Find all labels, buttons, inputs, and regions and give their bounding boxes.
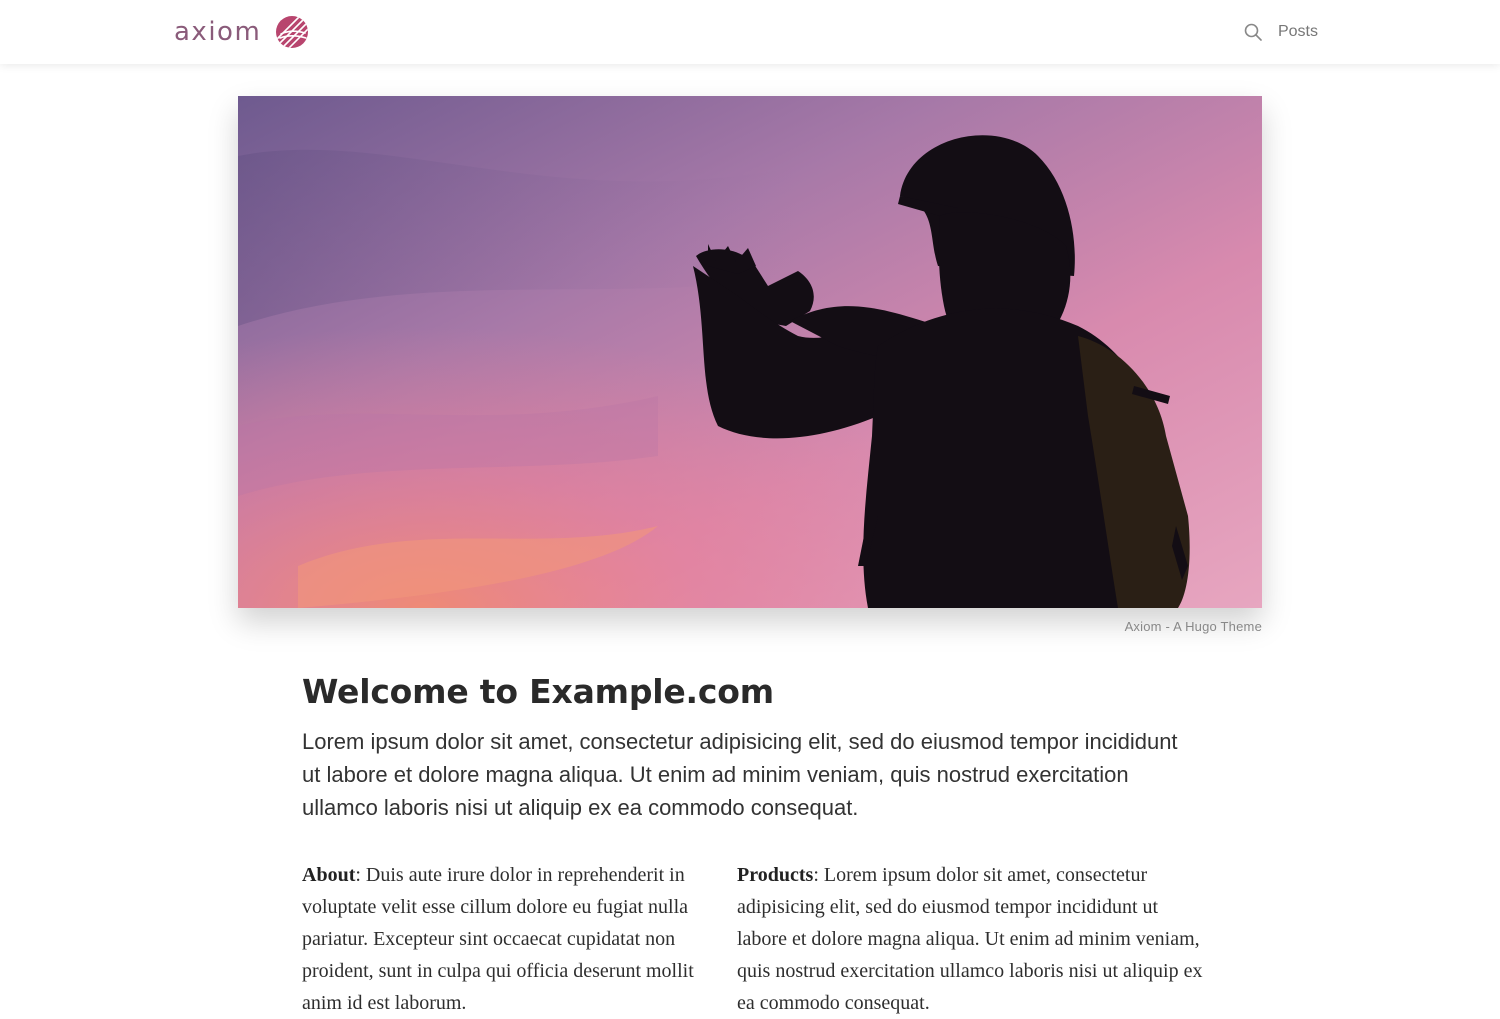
brand-name: axiom — [174, 17, 262, 47]
nav-link-posts[interactable]: Posts — [1278, 23, 1318, 41]
products-label: Products — [737, 864, 814, 886]
hero-image — [238, 96, 1262, 608]
search-icon[interactable] — [1242, 21, 1264, 43]
page-title: Welcome to Example.com — [302, 672, 774, 711]
products-column: Products: Lorem ipsum dolor sit amet, co… — [737, 859, 1207, 1019]
lead-paragraph: Lorem ipsum dolor sit amet, consectetur … — [302, 729, 1178, 820]
site-header: axiom Posts — [0, 0, 1500, 64]
about-label: About — [302, 864, 356, 886]
axiom-logo-icon — [276, 16, 309, 48]
products-text: : Lorem ipsum dolor sit amet, consectetu… — [737, 864, 1203, 1014]
hero-photo-icon — [238, 96, 1262, 608]
about-column: About: Duis aute irure dolor in reprehen… — [302, 859, 710, 1019]
hero-caption: Axiom - A Hugo Theme — [1124, 619, 1262, 634]
about-text: : Duis aute irure dolor in reprehenderit… — [302, 864, 694, 1014]
top-nav: Posts — [1242, 18, 1318, 46]
brand-home-link[interactable]: axiom — [174, 14, 309, 50]
